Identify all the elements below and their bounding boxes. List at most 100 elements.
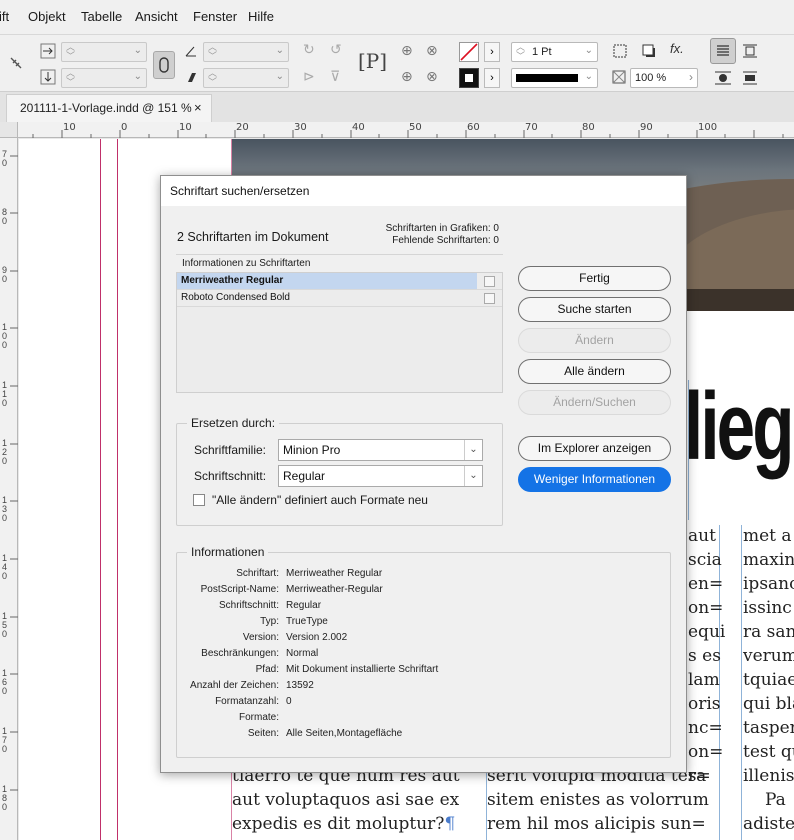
font-row-checkbox[interactable]: [484, 276, 495, 287]
body-text-line[interactable]: Pa: [765, 790, 786, 810]
document-tab[interactable]: 201111-1-Vorlage.indd @ 151 % ×: [6, 94, 212, 122]
font-count-label: 2 Schriftarten im Dokument: [177, 230, 329, 244]
body-text-line[interactable]: tquiae: [743, 670, 794, 690]
find-first-button[interactable]: Suche starten: [518, 297, 671, 322]
body-text-line[interactable]: expedis es dit moluptur?¶: [232, 814, 455, 834]
drop-shadow-icon[interactable]: [641, 43, 657, 59]
body-text-line[interactable]: ipsanc: [743, 574, 794, 594]
text-wrap-bbox-icon[interactable]: [742, 43, 758, 59]
document-tab-title: 201111-1-Vorlage.indd @ 151 %: [20, 101, 192, 115]
menu-item-fenster[interactable]: Fenster: [193, 9, 237, 24]
horizontal-ruler[interactable]: 10 0 10 20 30 40 50 60 70 80 90 100: [18, 122, 794, 138]
dialog-title-bar[interactable]: Schriftart suchen/ersetzen: [161, 176, 686, 206]
vertical-ruler[interactable]: 7 0 8 0 9 0 1 0 0 1 1 0 1 2 0 1 3 0 1 4 …: [0, 138, 18, 840]
margin-guide: [117, 139, 118, 840]
body-text-line[interactable]: sitem enistes as volorrum: [487, 790, 709, 810]
body-text-line[interactable]: on=: [688, 598, 723, 618]
close-tab-icon[interactable]: ×: [194, 100, 202, 115]
change-all-button[interactable]: Alle ändern: [518, 359, 671, 384]
body-text-line[interactable]: adiste: [743, 814, 794, 834]
body-text-line[interactable]: qui bla: [743, 694, 794, 714]
ruler-number: 40: [352, 122, 365, 133]
redefine-styles-checkbox[interactable]: [193, 494, 205, 506]
rotate-angle-icon[interactable]: [184, 44, 198, 58]
effects-fx-icon[interactable]: fx.: [670, 41, 684, 56]
stroke-swatch-black[interactable]: [459, 68, 479, 88]
body-text-line[interactable]: oris: [688, 694, 721, 714]
body-text-line[interactable]: aut voluptaquos asi sae ex: [232, 790, 459, 810]
body-text-line[interactable]: test qu: [743, 742, 794, 762]
select-content-icon[interactable]: ⊗: [426, 42, 438, 58]
body-text-line[interactable]: ra san: [743, 622, 794, 642]
paragraph-frame-icon[interactable]: [P]: [358, 49, 387, 77]
redefine-styles-label[interactable]: "Alle ändern" definiert auch Formate neu: [212, 493, 428, 507]
change-button[interactable]: Ändern: [518, 328, 671, 353]
font-style-select[interactable]: Regular ⌄: [278, 465, 483, 487]
less-info-button[interactable]: Weniger Informationen: [518, 467, 671, 492]
font-list-item[interactable]: Roboto Condensed Bold: [177, 290, 502, 307]
x-position-field[interactable]: ︿ ﹀ ⌄: [61, 42, 147, 62]
rotate-ccw-icon[interactable]: ↺: [330, 41, 342, 57]
menu-item-schrift[interactable]: ift: [0, 9, 9, 24]
rotate-cw-icon[interactable]: ↻: [303, 41, 315, 57]
text-wrap-jump-icon[interactable]: [742, 70, 758, 86]
fill-swatch-none[interactable]: [459, 42, 479, 62]
text-wrap-shape-icon[interactable]: [714, 70, 732, 86]
body-text-line[interactable]: illenis: [743, 766, 794, 786]
font-family-select[interactable]: Minion Pro ⌄: [278, 439, 483, 461]
body-text-line[interactable]: en=: [688, 574, 723, 594]
info-value: Merriweather Regular: [286, 568, 383, 579]
y-position-field[interactable]: ︿ ﹀ ⌄: [61, 68, 147, 88]
font-list-item[interactable]: Merriweather Regular: [177, 273, 502, 290]
body-text-line[interactable]: issinc: [743, 598, 792, 618]
constrain-off-icon[interactable]: [8, 55, 24, 74]
menu-item-objekt[interactable]: Objekt: [28, 9, 66, 24]
menu-item-hilfe[interactable]: Hilfe: [248, 9, 274, 24]
opacity-icon[interactable]: [612, 70, 626, 84]
body-text-line[interactable]: maxin: [743, 550, 794, 570]
chevron-down-icon[interactable]: ⌄: [464, 440, 482, 460]
chevron-down-icon[interactable]: ⌄: [464, 466, 482, 486]
font-list[interactable]: Merriweather Regular Roboto Condensed Bo…: [176, 272, 503, 393]
shear-field[interactable]: ︿ ﹀ ⌄: [203, 68, 289, 88]
flip-horizontal-icon[interactable]: ⊳: [303, 68, 315, 84]
text-wrap-none-icon[interactable]: [710, 38, 736, 64]
stroke-weight-field[interactable]: ︿ ﹀ 1 Pt ⌄: [511, 42, 598, 62]
opacity-field[interactable]: 100 % ›: [630, 68, 698, 88]
body-text-line[interactable]: verum: [743, 646, 794, 666]
body-text-line[interactable]: scia: [688, 550, 722, 570]
body-text-line[interactable]: equi: [688, 622, 725, 642]
fill-menu-arrow[interactable]: ›: [484, 42, 500, 62]
stroke-menu-arrow[interactable]: ›: [484, 68, 500, 88]
info-value: Alle Seiten,Montagefläche: [286, 728, 403, 739]
font-row-checkbox[interactable]: [484, 293, 495, 304]
body-text-line[interactable]: lam: [688, 670, 720, 690]
body-text-line[interactable]: on=: [688, 742, 723, 762]
link-chain-icon[interactable]: [153, 51, 175, 79]
select-container-icon[interactable]: ⊕: [401, 42, 413, 58]
stroke-type-select[interactable]: ⌄: [511, 68, 598, 88]
indent-top-icon[interactable]: [40, 69, 56, 85]
body-text-line[interactable]: nc=: [688, 718, 723, 738]
body-text-line[interactable]: s es: [688, 646, 721, 666]
body-text-line[interactable]: met a: [743, 526, 792, 546]
change-find-button[interactable]: Ändern/Suchen: [518, 390, 671, 415]
ruler-corner[interactable]: [0, 122, 18, 138]
done-button[interactable]: Fertig: [518, 266, 671, 291]
rotation-field[interactable]: ︿ ﹀ ⌄: [203, 42, 289, 62]
flip-vertical-icon[interactable]: ⊽: [330, 68, 340, 84]
shear-angle-icon[interactable]: [184, 70, 198, 84]
body-text-line[interactable]: aut: [688, 526, 716, 546]
fit-frame-icon[interactable]: [612, 43, 628, 59]
menu-bar: ift Objekt Tabelle Ansicht Fenster Hilfe: [0, 0, 794, 34]
select-next-icon[interactable]: ⊗: [426, 68, 438, 84]
body-text-line[interactable]: tasper: [743, 718, 794, 738]
headline-text[interactable]: lieg: [684, 372, 794, 482]
menu-item-tabelle[interactable]: Tabelle: [81, 9, 122, 24]
select-previous-icon[interactable]: ⊕: [401, 68, 413, 84]
body-text-line[interactable]: rem hil mos alicipis sun=: [487, 814, 706, 834]
find-font-dialog: Schriftart suchen/ersetzen 2 Schriftarte…: [160, 175, 687, 773]
reveal-in-explorer-button[interactable]: Im Explorer anzeigen: [518, 436, 671, 461]
indent-left-icon[interactable]: [40, 43, 56, 59]
menu-item-ansicht[interactable]: Ansicht: [135, 9, 178, 24]
